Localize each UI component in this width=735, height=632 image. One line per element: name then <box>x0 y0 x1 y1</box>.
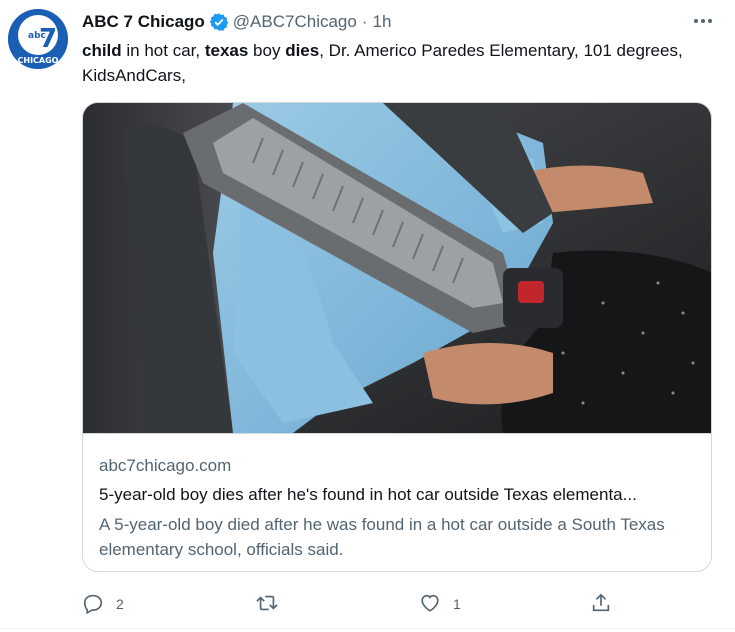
tweet-actions: 2 1 <box>82 590 622 618</box>
handle[interactable]: @ABC7Chicago <box>233 12 357 32</box>
card-domain: abc7chicago.com <box>99 456 232 475</box>
tweet-segment: boy <box>248 41 286 60</box>
tweet-segment: in hot car, <box>121 41 205 60</box>
timestamp[interactable]: 1h <box>373 12 392 32</box>
card-meta[interactable]: abc7chicago.com 5-year-old boy dies afte… <box>83 433 711 571</box>
card-image[interactable] <box>83 103 711 433</box>
verified-badge-icon <box>209 12 229 32</box>
separator-dot: · <box>361 12 368 31</box>
reply-count: 2 <box>116 596 124 612</box>
display-name[interactable]: ABC 7 Chicago <box>82 12 205 32</box>
reply-button[interactable]: 2 <box>82 590 124 618</box>
share-button[interactable] <box>590 590 612 618</box>
abc7-logo: abc 7 CHICAGO <box>8 9 68 69</box>
retweet-button[interactable] <box>255 590 291 618</box>
avatar-city-text: CHICAGO <box>18 56 59 65</box>
tweet[interactable]: abc 7 CHICAGO ABC 7 Chicago @ABC7Chicago… <box>0 0 735 632</box>
more-icon[interactable] <box>690 10 716 32</box>
avatar-number-text: 7 <box>39 24 57 54</box>
share-icon <box>590 592 612 617</box>
link-card[interactable]: abc7chicago.com 5-year-old boy dies afte… <box>82 102 712 572</box>
like-button[interactable]: 1 <box>419 590 461 618</box>
card-title: 5-year-old boy dies after he's found in … <box>99 485 637 504</box>
divider <box>0 628 735 629</box>
like-count: 1 <box>453 596 461 612</box>
tweet-segment: dies <box>285 41 320 60</box>
retweet-icon <box>255 592 279 617</box>
tweet-segment: texas <box>204 41 249 60</box>
tweet-text: child in hot car, texas boy dies, Dr. Am… <box>82 38 702 88</box>
tweet-header: ABC 7 Chicago @ABC7Chicago · 1h <box>82 10 391 34</box>
like-icon <box>419 592 441 617</box>
tweet-segment: child <box>82 41 122 60</box>
card-description: A 5-year-old boy died after he was found… <box>99 515 665 559</box>
avatar[interactable]: abc 7 CHICAGO <box>8 9 68 69</box>
reply-icon <box>82 592 104 617</box>
